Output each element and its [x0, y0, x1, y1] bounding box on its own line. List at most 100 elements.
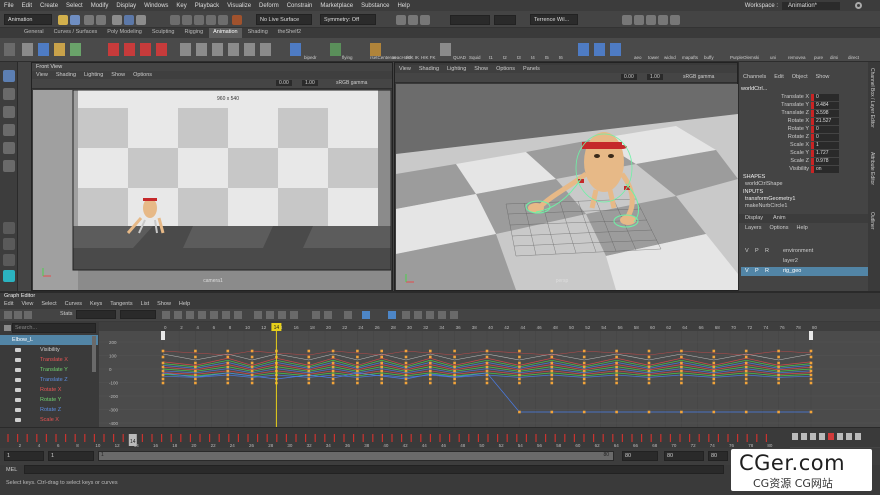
layer-row[interactable]: layer2	[741, 257, 869, 266]
channel-value[interactable]: on	[811, 166, 839, 173]
menu-constrain[interactable]: Constrain	[287, 3, 313, 9]
curve-key[interactable]	[744, 410, 748, 414]
ge-lock-weight-icon[interactable]	[290, 311, 298, 319]
curve-key[interactable]	[380, 377, 383, 381]
front-menu-lighting[interactable]: Lighting	[84, 71, 103, 79]
curve-key[interactable]	[307, 381, 311, 385]
stop-icon[interactable]	[828, 433, 834, 440]
time-slider-track[interactable]: 2468101214161820222426283032343638404244…	[0, 428, 790, 448]
input-node[interactable]: transformGeometry1	[745, 196, 795, 202]
curve-key[interactable]	[226, 381, 230, 385]
curve-key[interactable]	[404, 373, 408, 377]
menu-playback[interactable]: Playback	[195, 3, 219, 9]
tab-curves-surfaces[interactable]: Curves / Surfaces	[50, 28, 102, 38]
curve-key[interactable]	[518, 381, 521, 385]
curve-key[interactable]	[194, 381, 197, 385]
ge-tangent-step-icon[interactable]	[222, 311, 230, 319]
curve-visibility-icon[interactable]	[15, 348, 21, 352]
cb-menu-channels[interactable]: Channels	[743, 74, 766, 80]
curve-key[interactable]	[615, 410, 618, 414]
live-surface-dropdown[interactable]: No Live Surface	[256, 14, 312, 25]
curve-key[interactable]	[404, 377, 408, 381]
ge-tangent-flat-icon[interactable]	[210, 311, 218, 319]
ge-menu-list[interactable]: List	[141, 301, 150, 307]
select-component-icon[interactable]	[136, 15, 146, 25]
ge-tangent-spline-icon[interactable]	[174, 311, 182, 319]
outliner-row-selected[interactable]: Elbow_L	[0, 335, 98, 345]
curve-key[interactable]	[582, 365, 586, 369]
transform-field-y[interactable]	[494, 15, 516, 25]
curve-key[interactable]	[250, 377, 254, 381]
render-icon[interactable]	[232, 15, 242, 25]
menu-modify[interactable]: Modify	[91, 3, 109, 9]
menu-create[interactable]: Create	[40, 3, 58, 9]
redo-icon[interactable]	[96, 15, 106, 25]
curve-key[interactable]	[680, 365, 683, 369]
curve-key[interactable]	[680, 361, 683, 365]
go-to-end-icon[interactable]	[855, 433, 861, 440]
open-scene-icon[interactable]	[58, 15, 68, 25]
persp-menu-show[interactable]: Show	[474, 65, 488, 73]
channel-value[interactable]: 21.527	[811, 118, 839, 125]
range-bar[interactable]: 1 80	[98, 451, 614, 461]
persp-menu-shading[interactable]: Shading	[419, 65, 439, 73]
graph-canvas[interactable]: 0246810121416182022242628303234363840424…	[99, 322, 880, 429]
layer-reference-toggle[interactable]: R	[765, 247, 769, 256]
curve-key[interactable]	[380, 349, 383, 353]
curve-key[interactable]	[550, 361, 554, 365]
curve-key[interactable]	[429, 349, 432, 353]
channel-row[interactable]: Rotate Z0	[739, 134, 839, 142]
curve-key[interactable]	[615, 365, 618, 369]
ge-lattice-icon[interactable]	[24, 311, 32, 319]
gear-icon[interactable]	[855, 2, 862, 9]
channel-value[interactable]: 1	[811, 142, 839, 149]
shelf-key-red-3-icon[interactable]	[140, 43, 151, 56]
menu-windows[interactable]: Windows	[144, 3, 168, 9]
curve-key[interactable]	[161, 369, 165, 373]
curve-key[interactable]	[429, 381, 432, 385]
curve-key[interactable]	[777, 365, 780, 369]
curve-visibility-icon[interactable]	[15, 358, 21, 362]
curve-key[interactable]	[550, 381, 554, 385]
curve-key[interactable]	[226, 365, 230, 369]
outliner-scrollbar[interactable]	[92, 336, 96, 372]
curve-key[interactable]	[744, 381, 748, 385]
curve-key[interactable]	[744, 369, 748, 373]
curve-key[interactable]	[582, 369, 586, 373]
curve-key[interactable]	[485, 361, 489, 365]
menu-display[interactable]: Display	[116, 3, 136, 9]
curve-key[interactable]	[331, 369, 335, 373]
shelf-key-red-4-icon[interactable]	[156, 43, 167, 56]
transform-field-x[interactable]	[450, 15, 490, 25]
shelf-motion-trail-icon[interactable]	[180, 43, 191, 56]
curve-key[interactable]	[250, 373, 254, 377]
outliner-row[interactable]: Rotate Z	[0, 405, 98, 415]
curve-key[interactable]	[250, 369, 254, 373]
persp-viewport[interactable]: persp	[396, 84, 738, 290]
lasso-tool-icon[interactable]	[3, 88, 15, 100]
curve-key[interactable]	[582, 355, 586, 359]
curve-key[interactable]	[307, 365, 311, 369]
curve-key[interactable]	[226, 349, 230, 353]
range-start-handle[interactable]: 1	[101, 452, 104, 458]
tab-theshelf2[interactable]: theShelf2	[274, 28, 305, 38]
channel-value[interactable]: 0.978	[811, 158, 839, 165]
curve-key[interactable]	[712, 381, 716, 385]
ge-insert-keys-icon[interactable]	[14, 311, 22, 319]
curve-key[interactable]	[356, 365, 359, 369]
persp-menu-view[interactable]: View	[399, 65, 411, 73]
layout-four-icon[interactable]	[3, 238, 15, 250]
user-account-dropdown[interactable]: Terrence Wil...	[530, 14, 578, 25]
curve-key[interactable]	[226, 361, 230, 365]
cb-object-name[interactable]: worldCtrl...	[741, 86, 767, 92]
curve-key[interactable]	[615, 355, 618, 359]
play-backwards-icon[interactable]	[819, 433, 825, 440]
curve-key[interactable]	[453, 349, 456, 353]
channel-row[interactable]: Rotate Y0	[739, 126, 839, 134]
outliner-filter-icon[interactable]	[4, 325, 11, 331]
layer-row[interactable]: V P R environment	[741, 247, 869, 256]
menu-help[interactable]: Help	[397, 3, 409, 9]
time-slider[interactable]: 2468101214161820222426283032343638404244…	[0, 427, 880, 448]
curve-key[interactable]	[250, 381, 254, 385]
ge-tangent-auto-icon[interactable]	[162, 311, 170, 319]
